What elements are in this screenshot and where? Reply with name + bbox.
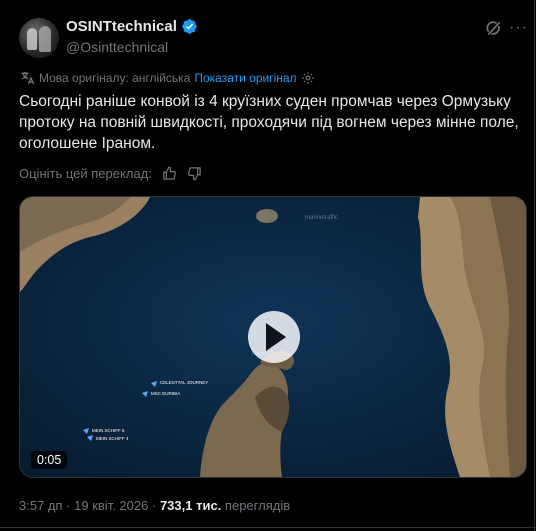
rate-prompt: Оцініть цей переклад: (19, 166, 152, 181)
verified-badge-icon (182, 19, 197, 34)
ship-label: MSC EURIBIA (151, 391, 180, 396)
map-watermark: marinetraffic (305, 215, 338, 221)
ship-label: MEIN SCHIFF 5 (92, 428, 125, 433)
author-handle[interactable]: @Osinttechnical (66, 39, 168, 55)
avatar[interactable] (19, 18, 59, 58)
tweet-time[interactable]: 3:57 дп (19, 498, 63, 513)
divider (0, 527, 536, 528)
author-name-row[interactable]: OSINTtechnical (66, 18, 198, 35)
translate-icon (21, 72, 35, 85)
author-name[interactable]: OSINTtechnical (66, 18, 177, 35)
tweet-text: Сьогодні раніше конвой із 4 круїзних суд… (19, 93, 519, 152)
meta-separator: · (151, 498, 157, 513)
meta-separator: · (66, 498, 71, 513)
settings-gear-icon[interactable] (301, 71, 315, 85)
grok-icon[interactable] (484, 18, 504, 38)
ship-label: MEIN SCHIFF 4 (96, 436, 129, 441)
video-duration: 0:05 (31, 451, 68, 469)
play-icon[interactable] (248, 311, 300, 363)
thumbs-up-icon[interactable] (162, 166, 177, 181)
show-original-link[interactable]: Показати оригінал (194, 71, 296, 85)
source-language-note: Мова оригіналу: англійська (39, 71, 191, 85)
more-icon[interactable]: ··· (509, 18, 529, 38)
map-video-frame: marinetraffic marinetraffic CELESTYAL JO… (20, 197, 526, 477)
ship-label: CELESTYAL JOURNEY (160, 380, 208, 385)
rate-translation: Оцініть цей переклад: (19, 166, 202, 181)
column-border (534, 0, 535, 531)
tweet-meta: 3:57 дп · 19 квіт. 2026 · 733,1 тис. пер… (19, 498, 290, 513)
views-label: переглядів (224, 498, 291, 513)
video-player[interactable]: marinetraffic marinetraffic CELESTYAL JO… (19, 196, 527, 478)
thumbs-down-icon[interactable] (187, 166, 202, 181)
views-count: 733,1 тис. (159, 498, 222, 513)
tweet-date[interactable]: 19 квіт. 2026 (74, 498, 148, 513)
translation-bar: Мова оригіналу: англійська Показати ориг… (19, 70, 315, 86)
